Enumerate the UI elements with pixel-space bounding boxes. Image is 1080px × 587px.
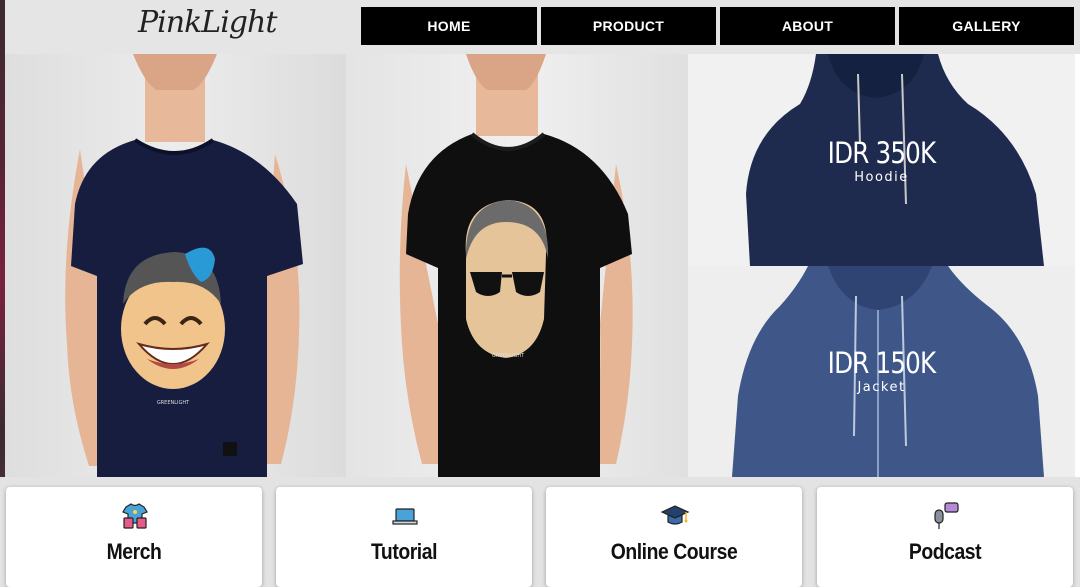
shirt-print-text: GREENLIGHT bbox=[492, 353, 525, 359]
nav-home[interactable]: HOME bbox=[361, 7, 537, 45]
product-card-hoodie[interactable]: IDR 350K Hoodie bbox=[688, 54, 1075, 266]
category-cards: Merch Tutorial Online Course Podcast bbox=[0, 477, 1080, 587]
card-podcast[interactable]: Podcast bbox=[817, 487, 1073, 587]
microphone-icon bbox=[934, 502, 959, 529]
jacket-name: Jacket bbox=[857, 380, 906, 395]
card-podcast-label: Podcast bbox=[908, 539, 982, 564]
card-tutorial[interactable]: Tutorial bbox=[276, 487, 532, 587]
nav-gallery[interactable]: GALLERY bbox=[899, 7, 1074, 45]
right-gap bbox=[1075, 54, 1080, 477]
brand-logo[interactable]: PinkLight bbox=[138, 5, 277, 40]
jacket-price: IDR 150K bbox=[827, 346, 936, 380]
hoodie-name: Hoodie bbox=[854, 170, 909, 185]
product-image-navy-tshirt[interactable]: GREENLIGHT bbox=[5, 54, 346, 477]
card-online-course-label: Online Course bbox=[610, 539, 738, 564]
card-merch[interactable]: Merch bbox=[6, 487, 262, 587]
card-merch-label: Merch bbox=[106, 539, 162, 564]
card-tutorial-label: Tutorial bbox=[370, 539, 438, 564]
hoodie-price-label: IDR 350K Hoodie bbox=[688, 136, 1075, 185]
card-online-course[interactable]: Online Course bbox=[546, 487, 802, 587]
jacket-price-label: IDR 150K Jacket bbox=[688, 346, 1075, 395]
product-card-jacket[interactable]: IDR 150K Jacket bbox=[688, 266, 1075, 477]
laptop-icon bbox=[392, 508, 418, 525]
product-image-black-tshirt[interactable]: GREENLIGHT bbox=[346, 54, 688, 477]
graduation-cap-icon bbox=[660, 505, 690, 525]
nav-product[interactable]: PRODUCT bbox=[541, 7, 716, 45]
tshirt-bag-icon bbox=[122, 503, 148, 529]
shirt-print-text: GREENLIGHT bbox=[157, 400, 190, 406]
hoodie-price: IDR 350K bbox=[827, 136, 936, 170]
nav-about[interactable]: ABOUT bbox=[720, 7, 895, 45]
